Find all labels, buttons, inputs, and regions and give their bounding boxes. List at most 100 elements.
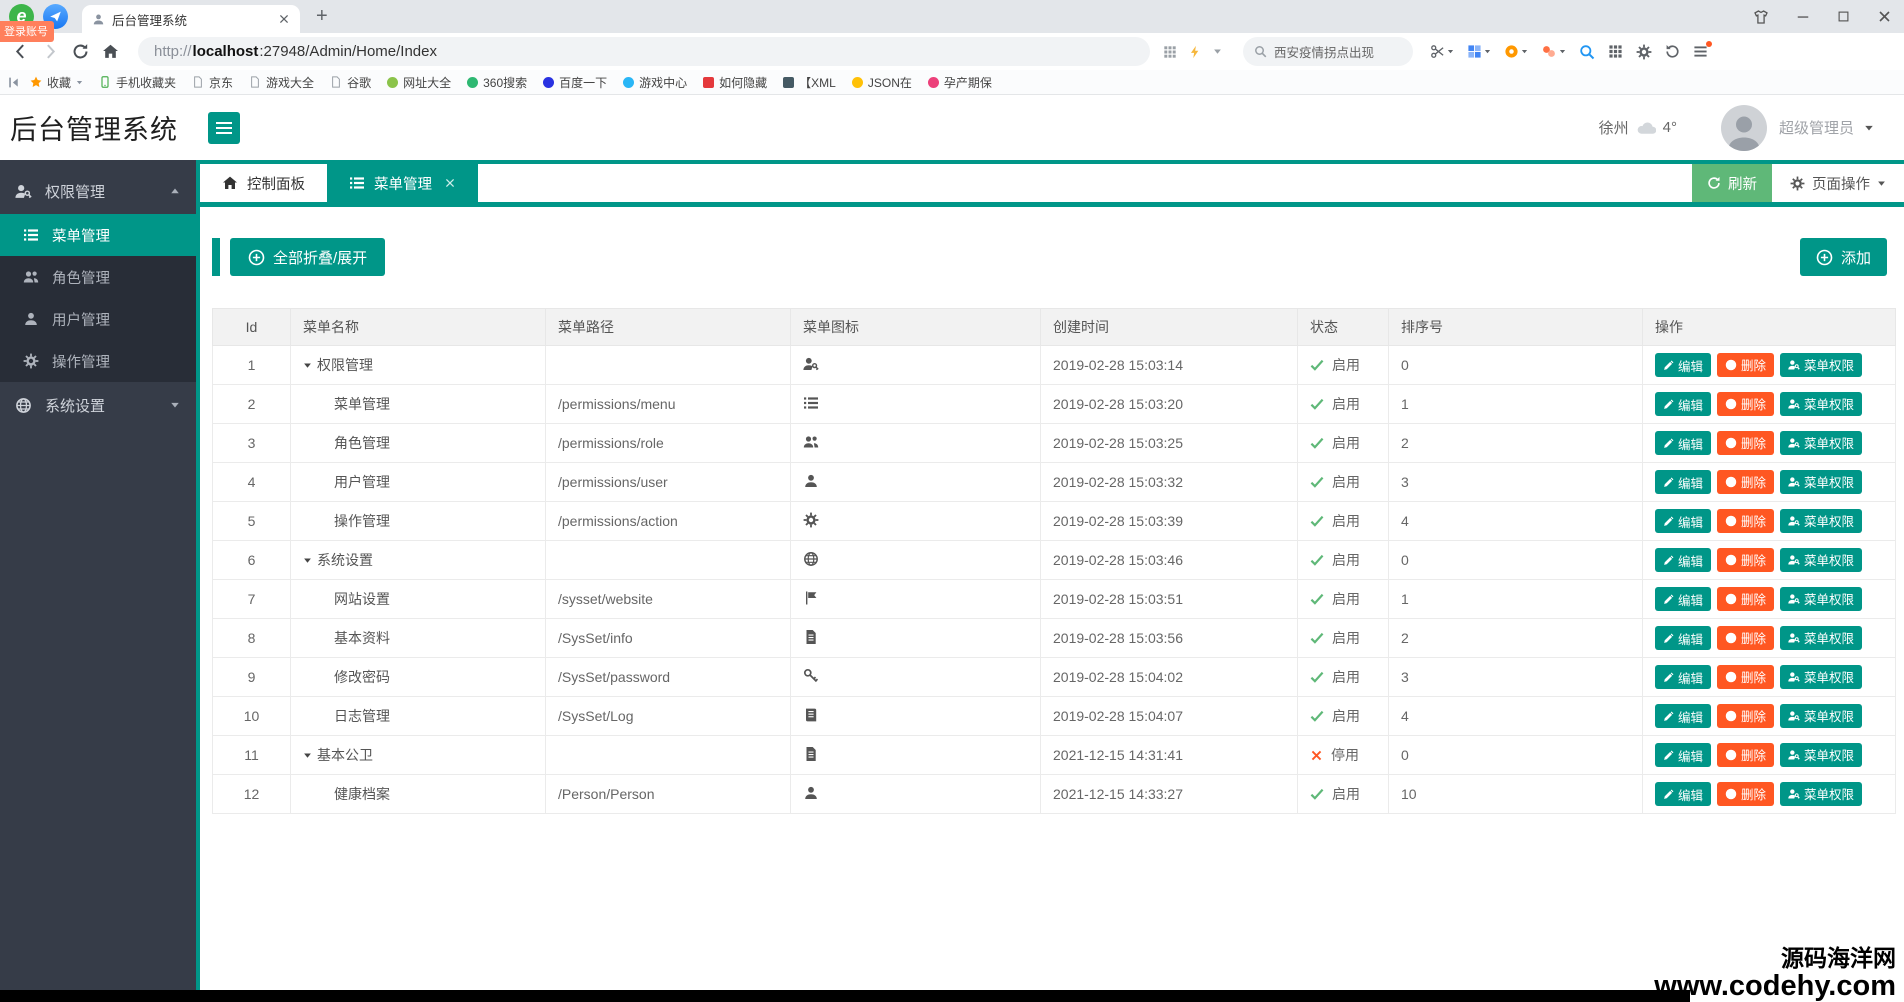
menu-permission-button[interactable]: 菜单权限 — [1780, 742, 1863, 767]
bookmark-item[interactable]: 手机收藏夹 — [92, 74, 183, 91]
reader-mode-icon[interactable] — [1163, 45, 1177, 59]
edit-button[interactable]: 编辑 — [1655, 509, 1712, 534]
menu-permission-button[interactable]: 菜单权限 — [1780, 781, 1863, 806]
tab-close-icon[interactable] — [278, 13, 290, 25]
tree-expand-icon[interactable] — [303, 361, 312, 370]
edit-button[interactable]: 编辑 — [1655, 704, 1712, 729]
forward-icon[interactable] — [42, 43, 59, 60]
menu-permission-button[interactable]: 菜单权限 — [1780, 469, 1863, 494]
bookmark-item[interactable]: 孕产期保 — [921, 74, 999, 91]
delete-button[interactable]: 删除 — [1717, 742, 1775, 767]
bookmark-item[interactable]: 网址大全 — [380, 74, 458, 91]
login-badge[interactable]: 登录账号 — [0, 21, 54, 42]
chevron-down-icon[interactable] — [1213, 47, 1222, 56]
cell-icon — [790, 501, 1041, 541]
bookmark-item[interactable]: 收藏 — [23, 74, 90, 91]
delete-button[interactable]: 删除 — [1717, 508, 1775, 533]
collapse-all-button[interactable]: 全部折叠/展开 — [230, 238, 386, 276]
menu-permission-button[interactable]: 菜单权限 — [1780, 508, 1863, 533]
sidebar-section-权限管理[interactable]: 权限管理 — [0, 168, 196, 214]
maximize-icon[interactable] — [1837, 10, 1850, 23]
menu-permission-button[interactable]: 菜单权限 — [1780, 586, 1863, 611]
delete-button[interactable]: 删除 — [1717, 547, 1775, 572]
tree-expand-icon[interactable] — [303, 556, 312, 565]
sidebar-section-系统设置[interactable]: 系统设置 — [0, 382, 196, 428]
refresh-button[interactable]: 刷新 — [1692, 164, 1772, 202]
bookmark-item[interactable]: 【XML — [776, 74, 843, 91]
delete-button[interactable]: 删除 — [1717, 703, 1775, 728]
reload-icon[interactable] — [72, 43, 89, 60]
menu-permission-button[interactable]: 菜单权限 — [1780, 664, 1863, 689]
bookmark-item[interactable]: 京东 — [185, 74, 240, 91]
menu-permission-button[interactable]: 菜单权限 — [1780, 625, 1863, 650]
wifi-assistant-button[interactable] — [1504, 44, 1528, 59]
edit-button[interactable]: 编辑 — [1655, 626, 1712, 651]
bookmark-item[interactable]: 游戏大全 — [242, 74, 321, 91]
browser-tab[interactable]: 后台管理系统 — [82, 5, 300, 33]
delete-button[interactable]: 删除 — [1717, 352, 1775, 377]
sidebar-toggle-button[interactable] — [208, 111, 240, 144]
browser-menu-icon[interactable] — [1693, 41, 1712, 59]
minimize-icon[interactable] — [1796, 10, 1810, 24]
tab-menu-management[interactable]: 菜单管理 — [327, 164, 478, 202]
close-window-icon[interactable] — [1877, 9, 1892, 24]
scissors-button[interactable] — [1430, 44, 1454, 59]
cell-id: 11 — [212, 735, 291, 775]
user-avatar[interactable] — [1720, 104, 1767, 151]
list-icon — [803, 395, 819, 411]
tab-close-icon[interactable] — [444, 177, 456, 189]
edit-button[interactable]: 编辑 — [1655, 392, 1712, 417]
edit-button[interactable]: 编辑 — [1655, 782, 1712, 807]
tree-expand-icon[interactable] — [303, 751, 312, 760]
history-icon[interactable] — [1665, 44, 1680, 59]
edit-button[interactable]: 编辑 — [1655, 665, 1712, 690]
bookmark-item[interactable]: JSON在 — [845, 74, 919, 91]
menu-permission-button[interactable]: 菜单权限 — [1780, 430, 1863, 455]
add-button[interactable]: 添加 — [1799, 238, 1887, 276]
delete-button[interactable]: 删除 — [1717, 586, 1775, 611]
edit-button[interactable]: 编辑 — [1655, 548, 1712, 573]
menu-permission-button[interactable]: 菜单权限 — [1780, 547, 1863, 572]
edit-button[interactable]: 编辑 — [1655, 353, 1712, 378]
delete-button[interactable]: 删除 — [1717, 781, 1775, 806]
accounts-button[interactable] — [1541, 44, 1566, 60]
bookmarks-panel-icon[interactable] — [8, 76, 21, 89]
bookmark-item[interactable]: 如何隐藏 — [696, 74, 774, 91]
tab-dashboard[interactable]: 控制面板 — [200, 164, 327, 202]
delete-button[interactable]: 删除 — [1717, 469, 1775, 494]
lightning-icon[interactable] — [1188, 45, 1202, 59]
edit-button[interactable]: 编辑 — [1655, 470, 1712, 495]
delete-button[interactable]: 删除 — [1717, 625, 1775, 650]
settings-gear-icon[interactable] — [1636, 44, 1652, 60]
menu-permission-button[interactable]: 菜单权限 — [1780, 391, 1863, 416]
back-icon[interactable] — [12, 43, 29, 60]
apps-grid-icon[interactable] — [1608, 44, 1623, 59]
delete-button[interactable]: 删除 — [1717, 391, 1775, 416]
theme-icon[interactable] — [1753, 9, 1769, 25]
translate-button[interactable] — [1467, 44, 1491, 59]
bookmark-item[interactable]: 360搜索 — [460, 74, 534, 91]
user-menu-caret-icon[interactable] — [1864, 123, 1874, 133]
sidebar-item-菜单管理[interactable]: 菜单管理 — [0, 214, 196, 256]
sidebar-item-操作管理[interactable]: 操作管理 — [0, 340, 196, 382]
menu-permission-button[interactable]: 菜单权限 — [1780, 703, 1863, 728]
new-tab-button[interactable]: + — [316, 5, 328, 28]
delete-button[interactable]: 删除 — [1717, 664, 1775, 689]
check-icon — [1310, 788, 1324, 800]
edit-button[interactable]: 编辑 — [1655, 743, 1712, 768]
sidebar-item-角色管理[interactable]: 角色管理 — [0, 256, 196, 298]
zoom-search-icon[interactable] — [1579, 44, 1595, 60]
delete-button[interactable]: 删除 — [1717, 430, 1775, 455]
menu-permission-button[interactable]: 菜单权限 — [1780, 352, 1863, 377]
url-input[interactable]: http://localhost:27948/Admin/Home/Index — [138, 37, 1150, 66]
bookmark-item[interactable]: 游戏中心 — [616, 74, 694, 91]
bookmark-item[interactable]: 谷歌 — [323, 74, 378, 91]
bookmark-item[interactable]: 百度一下 — [536, 74, 614, 91]
edit-button[interactable]: 编辑 — [1655, 587, 1712, 612]
home-icon[interactable] — [102, 43, 119, 60]
key-user-icon — [1788, 515, 1800, 527]
sidebar-item-用户管理[interactable]: 用户管理 — [0, 298, 196, 340]
page-operations-button[interactable]: 页面操作 — [1772, 164, 1904, 202]
search-input[interactable]: 西安疫情拐点出现 — [1243, 37, 1413, 66]
edit-button[interactable]: 编辑 — [1655, 431, 1712, 456]
